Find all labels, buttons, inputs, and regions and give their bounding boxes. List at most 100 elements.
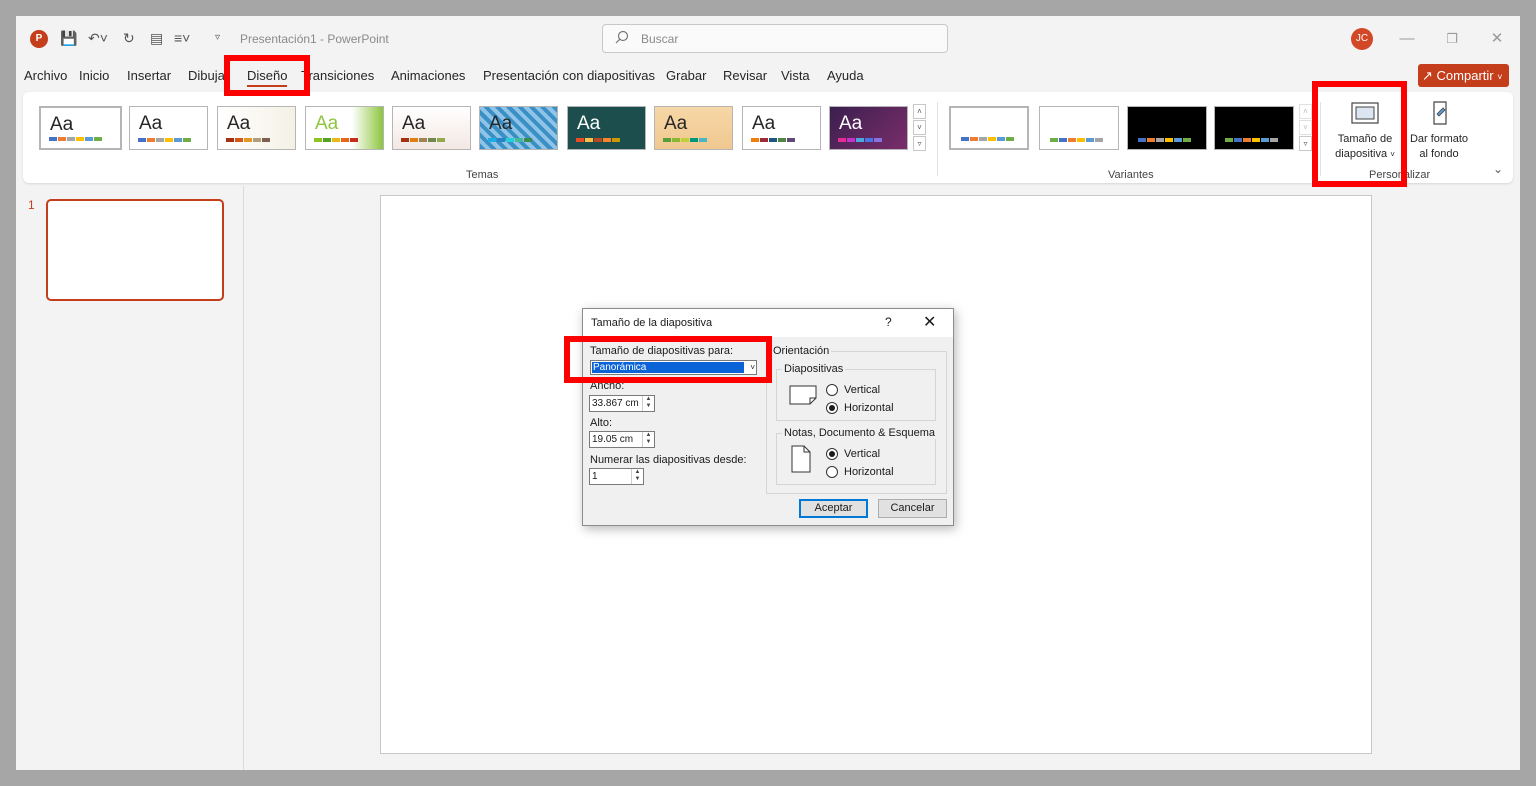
dialog-title-bar: Tamaño de la diapositiva ? ✕ xyxy=(583,309,953,337)
format-background-button[interactable]: Dar formato al fondo xyxy=(1401,98,1477,162)
search-box[interactable] xyxy=(602,24,948,53)
portrait-page-icon xyxy=(791,445,811,473)
size-for-select[interactable]: Panorámica ˅ xyxy=(590,360,757,375)
notes-vertical-label: Vertical xyxy=(844,448,881,460)
theme-pattern[interactable]: Aa xyxy=(479,106,558,150)
slide-size-button[interactable]: Tamaño de diapositiva ˅ xyxy=(1325,98,1405,162)
slides-horizontal-radio[interactable] xyxy=(826,402,838,414)
tab-inicio[interactable]: Inicio xyxy=(79,68,109,83)
variant-1[interactable] xyxy=(949,106,1029,150)
size-for-label: Tamaño de diapositivas para: xyxy=(590,345,734,357)
slide-thumbnails-pane: 1 xyxy=(16,186,244,770)
chevron-down-icon: ˅ xyxy=(1497,72,1503,82)
customize-group-label: Personalizar xyxy=(1369,169,1431,181)
variants-group-label: Variantes xyxy=(1108,169,1154,181)
theme-dark-teal[interactable]: Aa xyxy=(567,106,646,150)
avatar[interactable]: JC xyxy=(1351,28,1373,50)
tab-archivo[interactable]: Archivo xyxy=(24,68,67,83)
variants-up-icon[interactable]: ˄ xyxy=(1299,104,1312,119)
search-input[interactable] xyxy=(641,30,931,48)
tab-vista[interactable]: Vista xyxy=(781,68,810,83)
dialog-title: Tamaño de la diapositiva xyxy=(591,317,713,329)
collapse-ribbon-icon[interactable]: ⌄ xyxy=(1493,162,1503,176)
ribbon-tabs: Archivo Inicio Insertar Dibujar Diseño T… xyxy=(16,62,1520,90)
ok-button[interactable]: Aceptar xyxy=(799,499,868,518)
tab-presentacion[interactable]: Presentación con diapositivas xyxy=(483,68,655,83)
title-bar: P 💾 ↶˅ ↻ ▤ ≡˅ ▿ Presentación1 - PowerPoi… xyxy=(16,16,1520,62)
theme-purple[interactable]: Aa xyxy=(829,106,908,150)
tab-transiciones[interactable]: Transiciones xyxy=(301,68,374,83)
notes-horizontal-radio[interactable] xyxy=(826,466,838,478)
slides-vertical-radio[interactable] xyxy=(826,384,838,396)
width-label: Ancho: xyxy=(590,380,625,392)
width-value: 33.867 cm xyxy=(592,398,639,409)
customize-toolbar-icon[interactable]: ▿ xyxy=(215,30,220,46)
tab-dibujar[interactable]: Dibujar xyxy=(188,68,229,83)
minimize-icon[interactable]: — xyxy=(1396,28,1418,50)
height-spinner[interactable]: 19.05 cm ▲ ▼ xyxy=(589,431,655,448)
share-button[interactable]: ↗ Compartir ˅ xyxy=(1418,64,1509,87)
variants-down-icon[interactable]: ˅ xyxy=(1299,120,1312,135)
tab-ayuda[interactable]: Ayuda xyxy=(827,68,864,83)
spinner-arrows-icon[interactable]: ▲ ▼ xyxy=(642,432,654,447)
share-icon: ↗ xyxy=(1422,68,1433,83)
close-icon[interactable]: ✕ xyxy=(1486,28,1508,50)
width-spinner[interactable]: 33.867 cm ▲ ▼ xyxy=(589,395,655,412)
variant-2[interactable] xyxy=(1039,106,1119,150)
divider xyxy=(1320,102,1321,176)
themes-group-label: Temas xyxy=(466,169,499,181)
tab-diseno[interactable]: Diseño xyxy=(247,68,288,87)
format-background-icon xyxy=(1433,101,1447,125)
theme-plain[interactable]: Aa xyxy=(742,106,821,150)
slide-size-dialog: Tamaño de la diapositiva ? ✕ Tamaño de d… xyxy=(582,308,954,526)
gallery-more-icon[interactable]: ▿ xyxy=(913,136,926,151)
chevron-down-icon: ˅ xyxy=(1390,150,1395,159)
restore-icon[interactable]: ❐ xyxy=(1441,28,1463,50)
spinner-arrows-icon[interactable]: ▲ ▼ xyxy=(631,469,643,484)
dialog-close-icon[interactable]: ✕ xyxy=(923,312,936,332)
notes-group-label: Notas, Documento & Esquema xyxy=(782,427,938,439)
tab-grabar[interactable]: Grabar xyxy=(666,68,706,83)
number-from-label: Numerar las diapositivas desde: xyxy=(590,454,747,466)
cancel-button[interactable]: Cancelar xyxy=(878,499,947,518)
height-label: Alto: xyxy=(590,417,613,429)
search-icon xyxy=(615,30,629,44)
tab-revisar[interactable]: Revisar xyxy=(723,68,767,83)
help-icon[interactable]: ? xyxy=(885,315,892,329)
theme-office[interactable]: Aa xyxy=(39,106,122,150)
slide-thumbnail[interactable] xyxy=(46,199,224,301)
theme-faceta[interactable]: Aa xyxy=(217,106,296,150)
list-icon[interactable]: ≡˅ xyxy=(174,30,190,46)
slides-horizontal-label: Horizontal xyxy=(844,402,894,414)
variants-more-icon[interactable]: ▿ xyxy=(1299,136,1312,151)
gallery-up-icon[interactable]: ˄ xyxy=(913,104,926,119)
orientation-label: Orientación xyxy=(771,345,832,357)
notes-horizontal-label: Horizontal xyxy=(844,466,894,478)
document-title: Presentación1 - PowerPoint xyxy=(240,32,389,46)
theme-warm[interactable]: Aa xyxy=(654,106,733,150)
undo-icon[interactable]: ↶˅ xyxy=(88,30,108,46)
height-value: 19.05 cm xyxy=(592,434,634,445)
theme-green[interactable]: Aa xyxy=(305,106,384,150)
theme-ion[interactable]: Aa xyxy=(392,106,471,150)
number-from-spinner[interactable]: 1 ▲ ▼ xyxy=(589,468,644,485)
tab-animaciones[interactable]: Animaciones xyxy=(391,68,465,83)
powerpoint-logo-icon: P xyxy=(30,30,48,48)
gallery-down-icon[interactable]: ˅ xyxy=(913,120,926,135)
variant-3[interactable] xyxy=(1127,106,1207,150)
variant-4[interactable] xyxy=(1214,106,1294,150)
ribbon-design: Aa Aa Aa Aa Aa Aa Aa Aa Aa Aa ˄ ˅ ▿ Tema… xyxy=(23,92,1513,183)
tab-insertar[interactable]: Insertar xyxy=(127,68,171,83)
theme-office-2[interactable]: Aa xyxy=(129,106,208,150)
size-for-value: Panorámica xyxy=(592,362,744,373)
notes-vertical-radio[interactable] xyxy=(826,448,838,460)
divider xyxy=(937,102,938,176)
slide-number: 1 xyxy=(28,198,35,212)
spinner-arrows-icon[interactable]: ▲ ▼ xyxy=(642,396,654,411)
chevron-down-icon: ˅ xyxy=(750,363,755,372)
slide-size-icon xyxy=(1351,102,1379,124)
present-icon[interactable]: ▤ xyxy=(150,30,163,46)
redo-icon[interactable]: ↻ xyxy=(123,30,135,46)
number-from-value: 1 xyxy=(592,471,598,482)
save-icon[interactable]: 💾 xyxy=(60,30,77,46)
